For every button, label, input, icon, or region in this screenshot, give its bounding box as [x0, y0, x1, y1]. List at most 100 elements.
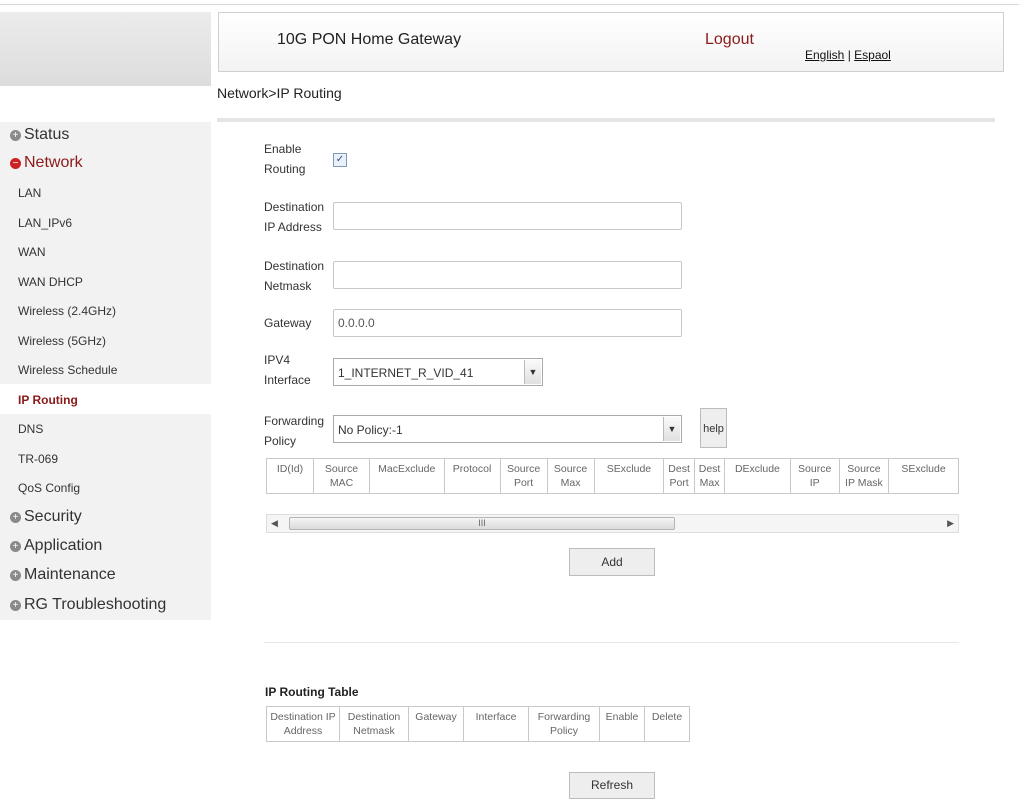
sidebar-item-label: Application — [24, 537, 103, 554]
column-header: Enable — [599, 706, 645, 742]
column-header: SExclude — [888, 458, 959, 494]
column-header: Forwarding Policy — [528, 706, 600, 742]
label-line: Routing — [264, 162, 306, 176]
label-line: IP Address — [264, 220, 322, 234]
column-header: Gateway — [408, 706, 464, 742]
column-header: Source IP — [789, 458, 840, 494]
forwarding-policy-value: No Policy:-1 — [338, 423, 403, 437]
column-header: Interface — [463, 706, 529, 742]
ipv4-interface-value: 1_INTERNET_R_VID_41 — [338, 366, 474, 380]
forwarding-policy-select[interactable]: No Policy:-1 ▼ — [333, 415, 682, 443]
section-divider — [264, 642, 959, 643]
dest-ip-input[interactable] — [333, 202, 682, 230]
sidebar-item-wan[interactable]: WAN — [18, 245, 46, 259]
label-line: Enable — [264, 142, 302, 156]
content-divider — [217, 118, 995, 122]
sidebar-item-wireless-24[interactable]: Wireless (2.4GHz) — [18, 304, 116, 318]
ipv4-interface-label: IPV4 Interface — [264, 350, 311, 390]
enable-routing-checkbox[interactable]: ✓ — [333, 153, 347, 167]
sidebar-item-maintenance[interactable]: + Maintenance — [10, 566, 116, 584]
column-header: Source IP Mask — [838, 458, 890, 494]
logo-area — [0, 12, 211, 86]
plus-icon: + — [10, 541, 21, 552]
sidebar-item-lan-ipv6[interactable]: LAN_IPv6 — [18, 216, 72, 230]
sidebar-item-label: Status — [24, 126, 70, 143]
column-header: Dest Port — [663, 458, 695, 494]
refresh-button[interactable]: Refresh — [569, 772, 655, 799]
sidebar-item-label: Network — [24, 154, 83, 171]
sidebar-item-rg-troubleshooting[interactable]: + RG Troubleshooting — [10, 596, 166, 614]
column-header: Delete — [644, 706, 690, 742]
sidebar-item-application[interactable]: + Application — [10, 537, 102, 555]
column-header: MacExclude — [369, 458, 445, 494]
column-header: DExclude — [724, 458, 791, 494]
help-button[interactable]: help — [700, 408, 727, 448]
enable-routing-label: Enable Routing — [264, 139, 305, 179]
chevron-down-icon: ▼ — [524, 360, 541, 384]
column-header: ID(Id) — [266, 458, 314, 494]
gateway-input[interactable] — [333, 309, 682, 337]
dest-ip-label: Destination IP Address — [264, 197, 324, 237]
policy-table: ID(Id) Source MAC MacExclude Protocol So… — [266, 458, 959, 494]
column-header: Source MAC — [312, 458, 371, 494]
minus-icon: − — [10, 158, 21, 169]
label-line: Netmask — [264, 279, 312, 293]
label-line: Destination — [264, 259, 325, 273]
label-line: Interface — [264, 373, 311, 387]
breadcrumb: Network>IP Routing — [217, 85, 342, 101]
sidebar-item-tr069[interactable]: TR-069 — [18, 452, 58, 466]
scroll-left-icon[interactable]: ◀ — [271, 518, 278, 529]
top-divider — [0, 4, 1019, 5]
add-button[interactable]: Add — [569, 548, 655, 576]
sidebar-item-dns[interactable]: DNS — [18, 422, 43, 436]
sidebar-item-lan[interactable]: LAN — [18, 186, 41, 200]
column-header: Destination Netmask — [339, 706, 409, 742]
sidebar-item-label: Security — [24, 508, 82, 525]
horizontal-scrollbar[interactable]: ◀ III ▶ — [266, 514, 959, 533]
logout-link[interactable]: Logout — [705, 31, 754, 49]
plus-icon: + — [10, 130, 21, 141]
sidebar-item-ip-routing[interactable]: IP Routing — [18, 393, 78, 407]
sidebar-item-network[interactable]: − Network — [10, 154, 83, 172]
app-title: 10G PON Home Gateway — [277, 31, 462, 48]
label-line: Forwarding — [264, 414, 325, 428]
sidebar-item-wan-dhcp[interactable]: WAN DHCP — [18, 275, 83, 289]
sidebar-item-security[interactable]: + Security — [10, 508, 82, 526]
scrollbar-thumb[interactable]: III — [289, 517, 675, 530]
english-link[interactable]: English — [805, 48, 844, 62]
label-line: Policy — [264, 434, 297, 448]
label-line: Destination — [264, 200, 325, 214]
chevron-down-icon: ▼ — [663, 417, 680, 441]
scroll-right-icon[interactable]: ▶ — [947, 518, 954, 529]
column-header: Destination IP Address — [266, 706, 340, 742]
header-bar: 10G PON Home Gateway Logout English | Es… — [218, 12, 1004, 72]
plus-icon: + — [10, 512, 21, 523]
sidebar-item-qos-config[interactable]: QoS Config — [18, 481, 80, 495]
dest-netmask-input[interactable] — [333, 261, 682, 289]
column-header: SExclude — [593, 458, 665, 494]
column-header: Dest Max — [693, 458, 726, 494]
plus-icon: + — [10, 570, 21, 581]
sidebar-item-label: Maintenance — [24, 566, 116, 583]
label-line: IPV4 — [264, 353, 291, 367]
column-header: Source Port — [499, 458, 548, 494]
sidebar-item-label: RG Troubleshooting — [24, 596, 167, 613]
sidebar: + Status − Network LAN LAN_IPv6 WAN WAN DH… — [0, 122, 211, 620]
column-header: Protocol — [443, 458, 501, 494]
routing-table-title: IP Routing Table — [265, 685, 359, 699]
column-header: Source Max — [546, 458, 595, 494]
sidebar-item-wireless-schedule[interactable]: Wireless Schedule — [18, 363, 117, 377]
table-header-row: Destination IP Address Destination Netma… — [266, 706, 690, 742]
gateway-label: Gateway — [264, 316, 312, 330]
table-header-row: ID(Id) Source MAC MacExclude Protocol So… — [266, 458, 959, 494]
ipv4-interface-select[interactable]: 1_INTERNET_R_VID_41 ▼ — [333, 358, 543, 386]
sidebar-item-wireless-5[interactable]: Wireless (5GHz) — [18, 334, 106, 348]
lang-separator: | — [844, 48, 855, 62]
dest-mask-label: Destination Netmask — [264, 256, 324, 296]
forwarding-policy-label: Forwarding Policy — [264, 411, 324, 451]
espanol-link[interactable]: Espaol — [854, 48, 891, 62]
sidebar-item-status[interactable]: + Status — [10, 126, 69, 144]
language-selector: English | Espaol — [805, 48, 891, 62]
plus-icon: + — [10, 600, 21, 611]
routing-table: Destination IP Address Destination Netma… — [266, 706, 690, 742]
